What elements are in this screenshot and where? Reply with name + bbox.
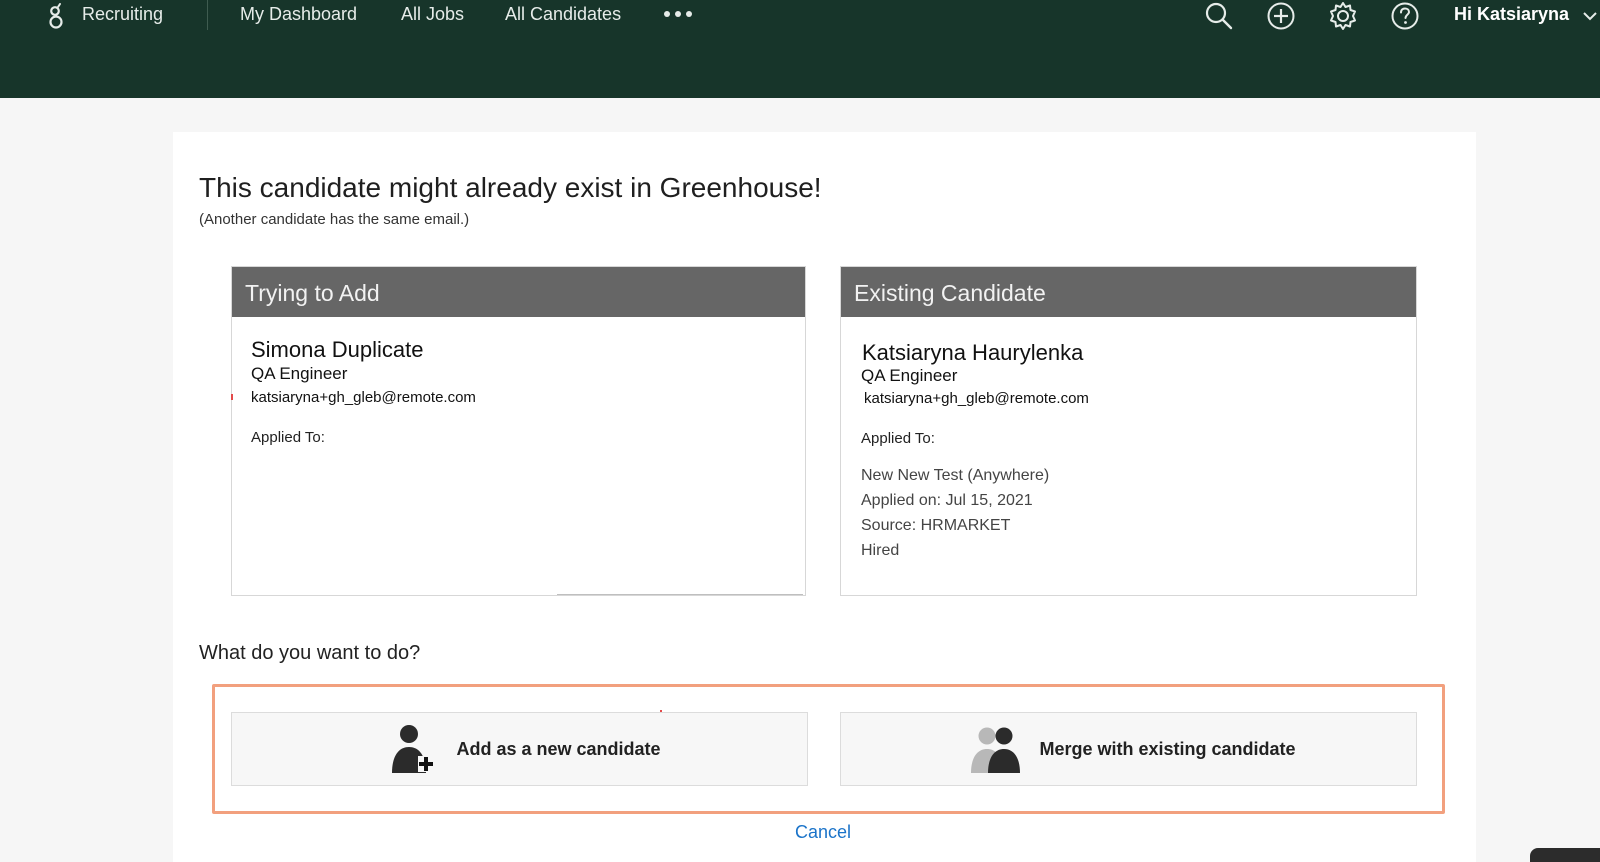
applied-to-label: Applied To: — [861, 430, 935, 447]
ellipsis-icon[interactable] — [662, 4, 694, 24]
nav-all-candidates[interactable]: All Candidates — [505, 4, 621, 25]
add-new-candidate-button[interactable]: Add as a new candidate — [231, 712, 808, 786]
applied-to-label: Applied To: — [251, 429, 325, 446]
page-title: This candidate might already exist in Gr… — [199, 172, 822, 203]
add-circle-icon[interactable] — [1266, 1, 1296, 31]
merge-candidate-label: Merge with existing candidate — [1039, 738, 1296, 759]
top-nav-bar: Recruiting My Dashboard All Jobs All Can… — [0, 0, 1600, 98]
greenhouse-logo-icon[interactable] — [46, 2, 66, 30]
divider — [557, 594, 803, 595]
trying-to-add-panel: Trying to Add Simona Duplicate QA Engine… — [231, 266, 806, 596]
merge-candidate-button[interactable]: Merge with existing candidate — [840, 712, 1417, 786]
chevron-down-icon[interactable] — [1583, 11, 1597, 21]
candidate-job-title: QA Engineer — [251, 364, 348, 383]
nav-all-jobs[interactable]: All Jobs — [401, 4, 464, 25]
existing-candidate-panel: Existing Candidate Katsiaryna Haurylenka… — [840, 266, 1417, 596]
panel-heading: Existing Candidate — [841, 267, 1416, 317]
add-new-candidate-label: Add as a new candidate — [456, 738, 661, 759]
candidate-email: katsiaryna+gh_gleb@remote.com — [251, 389, 476, 406]
candidate-name: Simona Duplicate — [251, 337, 424, 362]
user-greeting-menu[interactable]: Hi Katsiaryna — [1454, 4, 1569, 25]
people-merge-icon — [971, 727, 1021, 773]
add-person-icon — [392, 725, 435, 773]
action-question: What do you want to do? — [199, 642, 421, 664]
help-circle-icon[interactable] — [1390, 1, 1420, 31]
panel-heading: Trying to Add — [232, 267, 805, 317]
cancel-link[interactable]: Cancel — [795, 822, 851, 843]
application-job[interactable]: New New Test (Anywhere) — [861, 467, 1049, 485]
candidate-job-title: QA Engineer — [861, 366, 958, 385]
nav-my-dashboard[interactable]: My Dashboard — [240, 4, 357, 25]
application-source: Source: HRMARKET — [861, 517, 1011, 534]
candidate-email: katsiaryna+gh_gleb@remote.com — [864, 390, 1089, 407]
corner-widget-tab[interactable] — [1530, 848, 1600, 862]
nav-divider — [207, 0, 208, 30]
candidate-name[interactable]: Katsiaryna Haurylenka — [862, 340, 1083, 366]
application-date: Applied on: Jul 15, 2021 — [861, 492, 1033, 509]
cursor-mark — [231, 394, 233, 400]
brand-recruiting[interactable]: Recruiting — [82, 4, 163, 25]
page-subtitle: (Another candidate has the same email.) — [199, 211, 470, 228]
search-icon[interactable] — [1204, 1, 1234, 31]
application-status: Hired — [861, 542, 900, 559]
gear-icon[interactable] — [1328, 1, 1358, 31]
